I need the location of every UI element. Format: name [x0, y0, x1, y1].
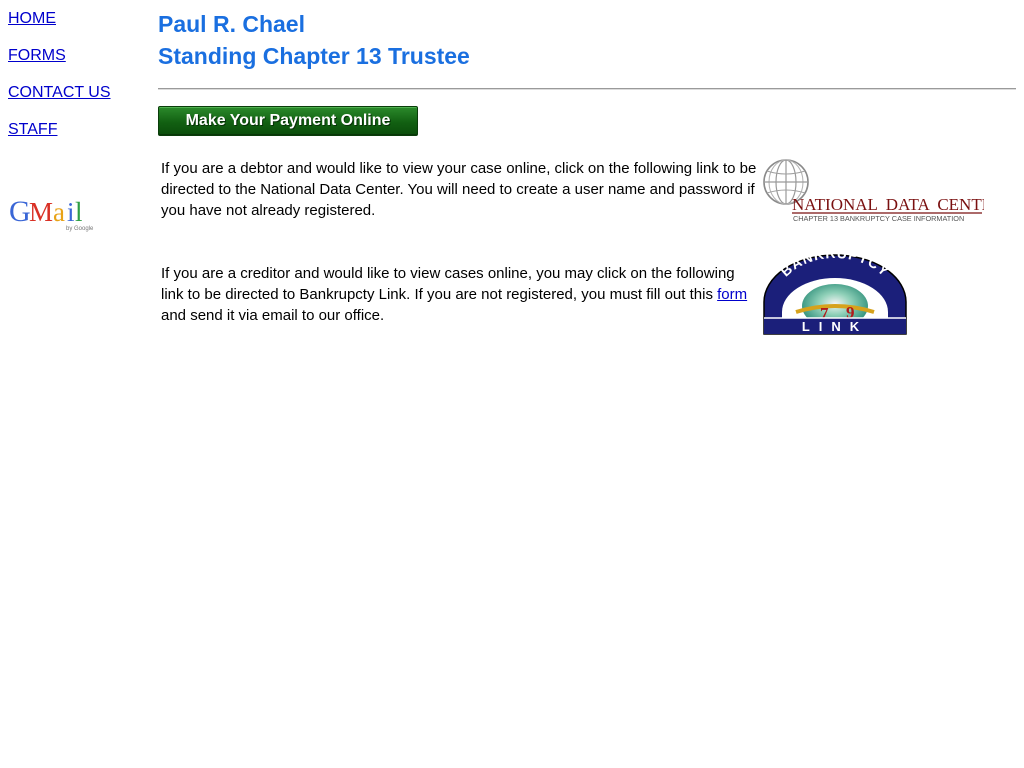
nav-link-home[interactable]: HOME [8, 9, 148, 28]
left-nav: HOME FORMS CONTACT US STAFF [8, 9, 148, 157]
bl-logo-bottom: LINK [802, 319, 868, 334]
page-header: Paul R. Chael Standing Chapter 13 Truste… [158, 8, 470, 72]
ndc-logo-title: NATIONAL DATA CENTER [792, 195, 984, 214]
ndc-logo-subtitle: CHAPTER 13 BANKRUPTCY CASE INFORMATION [793, 214, 964, 223]
nav-link-staff[interactable]: STAFF [8, 120, 148, 139]
national-data-center-logo[interactable]: NATIONAL DATA CENTER CHAPTER 13 BANKRUPT… [762, 157, 984, 223]
debtor-info-text: If you are a debtor and would like to vi… [161, 160, 757, 219]
gmail-icon[interactable]: G M a i l by Google [8, 192, 104, 232]
creditor-text-after: and send it via email to our office. [161, 307, 385, 324]
trustee-name: Paul R. Chael [158, 11, 305, 37]
gmail-letter-i: i [67, 197, 75, 227]
gmail-letter-m: M [29, 197, 53, 227]
gmail-letter-l: l [75, 197, 83, 227]
header-divider [158, 88, 1016, 90]
nav-link-contact-us[interactable]: CONTACT US [8, 83, 148, 102]
gmail-letter-g: G [9, 195, 31, 228]
creditor-info-text: If you are a creditor and would like to … [161, 263, 759, 326]
trustee-title: Standing Chapter 13 Trustee [158, 43, 470, 69]
bankruptcy-link-logo[interactable]: BANKRUPTCY 7 9 LINK [762, 254, 908, 338]
registration-form-link[interactable]: form [717, 286, 747, 303]
creditor-text-before: If you are a creditor and would like to … [161, 265, 735, 303]
nav-link-forms[interactable]: FORMS [8, 46, 148, 65]
gmail-byline: by Google [66, 226, 94, 232]
gmail-letter-a: a [53, 197, 65, 227]
page: HOME FORMS CONTACT US STAFF G M a i l by… [0, 0, 1024, 768]
make-payment-button[interactable]: Make Your Payment Online [158, 106, 418, 136]
